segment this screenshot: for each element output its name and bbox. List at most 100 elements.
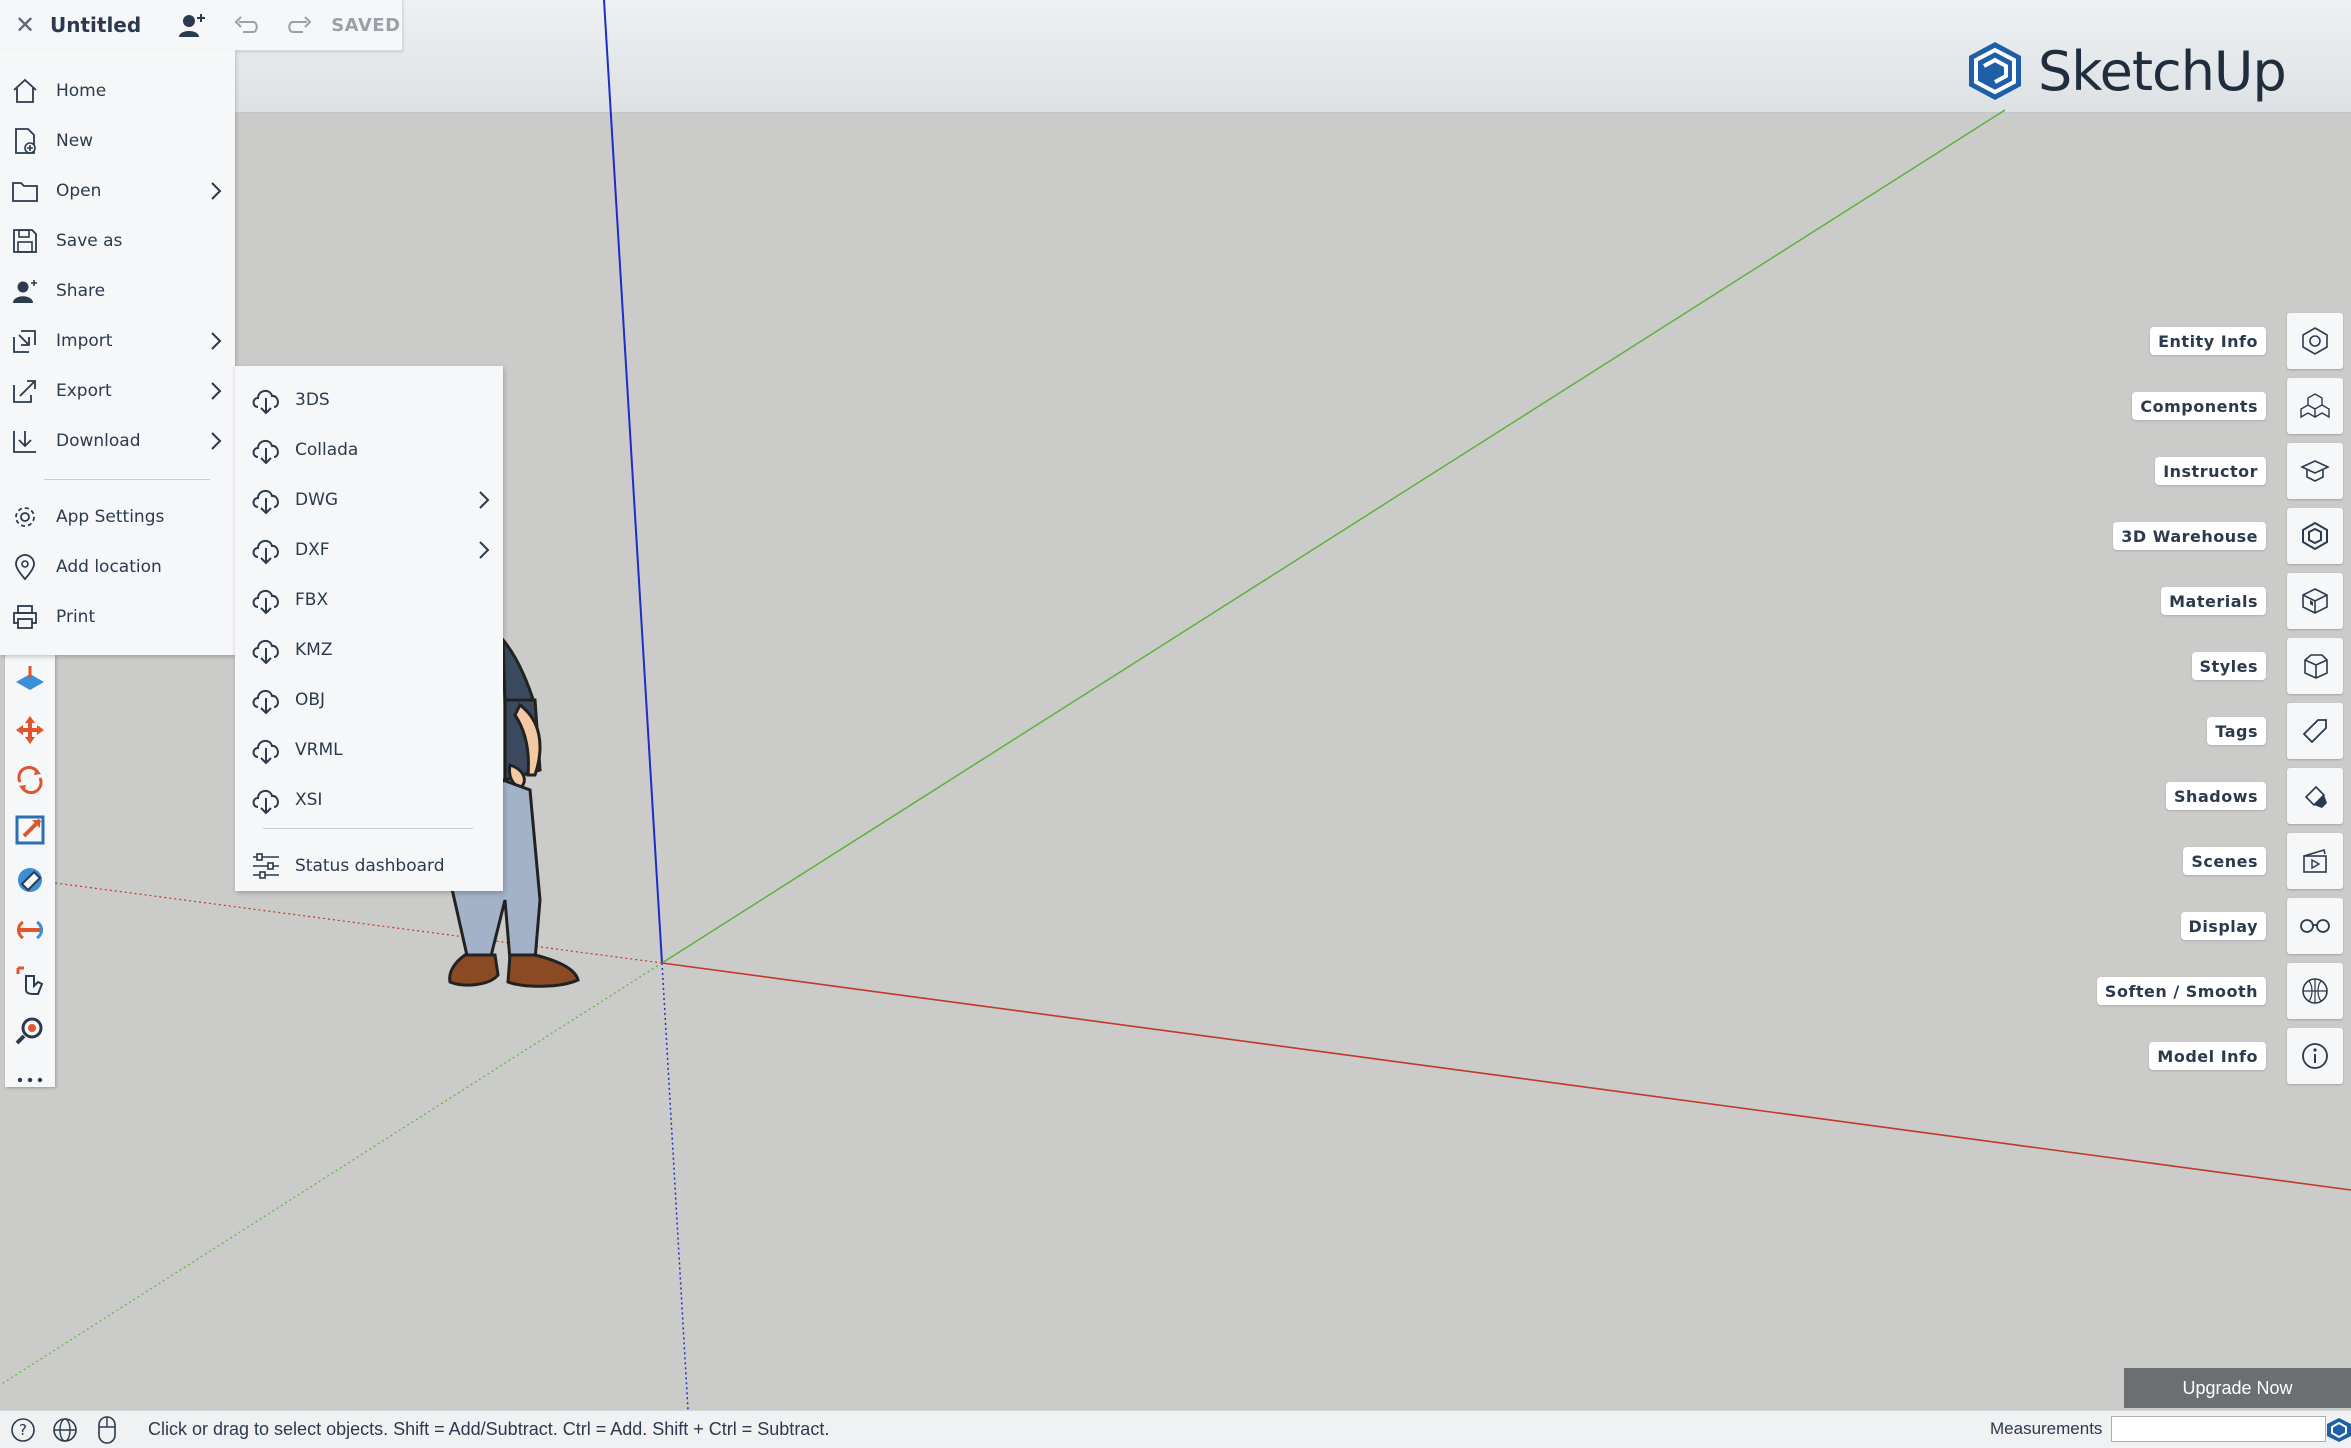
shadows-icon [2304,785,2327,808]
warehouse-button[interactable] [2287,508,2343,564]
panel-3d-warehouse[interactable]: 3D Warehouse [2051,508,2351,564]
export-item-3ds[interactable]: 3DS [235,375,503,425]
zoom-icon [15,1017,43,1045]
glasses-icon [2300,919,2330,933]
styles-button[interactable] [2287,638,2343,694]
panel-soften-smooth[interactable]: Soften / Smooth [2051,963,2351,1019]
geolocation-button[interactable] [46,1411,84,1448]
components-button[interactable] [2287,378,2343,434]
menu-item-add-location[interactable]: Add location [0,542,235,592]
title-bar: ✕ Untitled SAVED [0,0,403,51]
menu-item-import[interactable]: Import [0,316,235,366]
tool-scale[interactable] [5,805,55,855]
undo-button[interactable] [219,0,273,50]
menu-item-share[interactable]: Share [0,266,235,316]
export-item-obj[interactable]: OBJ [235,675,503,725]
close-menu-button[interactable]: ✕ [0,0,50,50]
upgrade-now-button[interactable]: Upgrade Now [2124,1368,2351,1408]
panel-model-info[interactable]: Model Info [2051,1028,2351,1084]
tool-more[interactable] [5,1055,55,1105]
menu-item-save-as[interactable]: Save as [0,216,235,266]
menu-item-app-settings[interactable]: App Settings [0,492,235,542]
cloud-download-icon [252,540,279,565]
menu-item-export[interactable]: Export [0,366,235,416]
tags-button[interactable] [2287,703,2343,759]
model-info-button[interactable] [2287,1028,2343,1084]
tool-move[interactable] [5,705,55,755]
tool-hand-pan[interactable] [5,955,55,1005]
download-icon [13,431,36,453]
entity-info-icon [2302,327,2328,355]
menu-item-home[interactable]: Home [0,66,235,116]
instructor-button[interactable] [2287,443,2343,499]
cloud-download-icon [252,690,279,715]
panel-entity-info[interactable]: Entity Info [2051,313,2351,369]
cloud-download-icon [252,740,279,765]
export-item-fbx[interactable]: FBX [235,575,503,625]
export-submenu: 3DS Collada DWG DXF FBX KMZ OBJ VRML XSI… [235,366,503,891]
soften-smooth-icon [2302,978,2328,1004]
display-button[interactable] [2287,898,2343,954]
sketchup-small-logo[interactable] [2326,1417,2351,1447]
push-pull-icon [16,666,44,690]
panel-display[interactable]: Display [2051,898,2351,954]
materials-button[interactable] [2287,573,2343,629]
export-item-vrml[interactable]: VRML [235,725,503,775]
sketchup-logo-icon [2327,1418,2351,1442]
components-icon [2300,393,2330,419]
mouse-button[interactable] [88,1411,126,1448]
share-button[interactable] [165,0,219,50]
tool-paint-bucket[interactable] [5,855,55,905]
more-dots-icon [17,1077,43,1083]
document-title[interactable]: Untitled [50,13,141,37]
tool-push-pull[interactable] [5,655,55,705]
menu-item-print[interactable]: Print [0,592,235,642]
shadows-button[interactable] [2287,768,2343,824]
save-icon [13,229,37,253]
green-axis-negative [0,962,663,1386]
panel-scenes[interactable]: Scenes [2051,833,2351,889]
chevron-right-icon [479,541,490,559]
status-dashboard-item[interactable]: Status dashboard [235,841,503,891]
tool-zoom[interactable] [5,1005,55,1055]
sliders-icon [253,853,279,879]
tool-section-plane[interactable] [5,905,55,955]
home-icon [13,78,37,103]
tool-rotate[interactable] [5,755,55,805]
panel-components[interactable]: Components [2051,378,2351,434]
chevron-right-icon [211,432,222,450]
printer-icon [13,605,37,629]
export-item-kmz[interactable]: KMZ [235,625,503,675]
undo-icon [234,16,258,33]
menu-item-open[interactable]: Open [0,166,235,216]
help-button[interactable]: ? [4,1411,42,1448]
menu-item-new[interactable]: New [0,116,235,166]
soften-smooth-button[interactable] [2287,963,2343,1019]
measurements-input[interactable] [2111,1416,2326,1442]
export-item-xsi[interactable]: XSI [235,775,503,825]
panel-materials[interactable]: Materials [2051,573,2351,629]
entity-info-button[interactable] [2287,313,2343,369]
export-item-dwg[interactable]: DWG [235,475,503,525]
panel-tags[interactable]: Tags [2051,703,2351,759]
scenes-button[interactable] [2287,833,2343,889]
redo-button[interactable] [273,0,327,50]
blue-axis-negative [661,962,689,1411]
instructor-icon [2300,460,2330,482]
menu-item-download[interactable]: Download [0,416,235,466]
close-icon: ✕ [14,11,36,39]
export-item-collada[interactable]: Collada [235,425,503,475]
styles-icon [2304,654,2328,679]
blue-axis [603,0,663,964]
info-icon [2302,1043,2328,1069]
chevron-right-icon [211,382,222,400]
scenes-icon [2303,848,2327,873]
panel-shadows[interactable]: Shadows [2051,768,2351,824]
panel-instructor[interactable]: Instructor [2051,443,2351,499]
export-item-dxf[interactable]: DXF [235,525,503,575]
measurements-label: Measurements [1990,1419,2103,1438]
panel-styles[interactable]: Styles [2051,638,2351,694]
submenu-separator [263,828,473,829]
cloud-download-icon [252,590,279,615]
folder-icon [12,182,38,202]
